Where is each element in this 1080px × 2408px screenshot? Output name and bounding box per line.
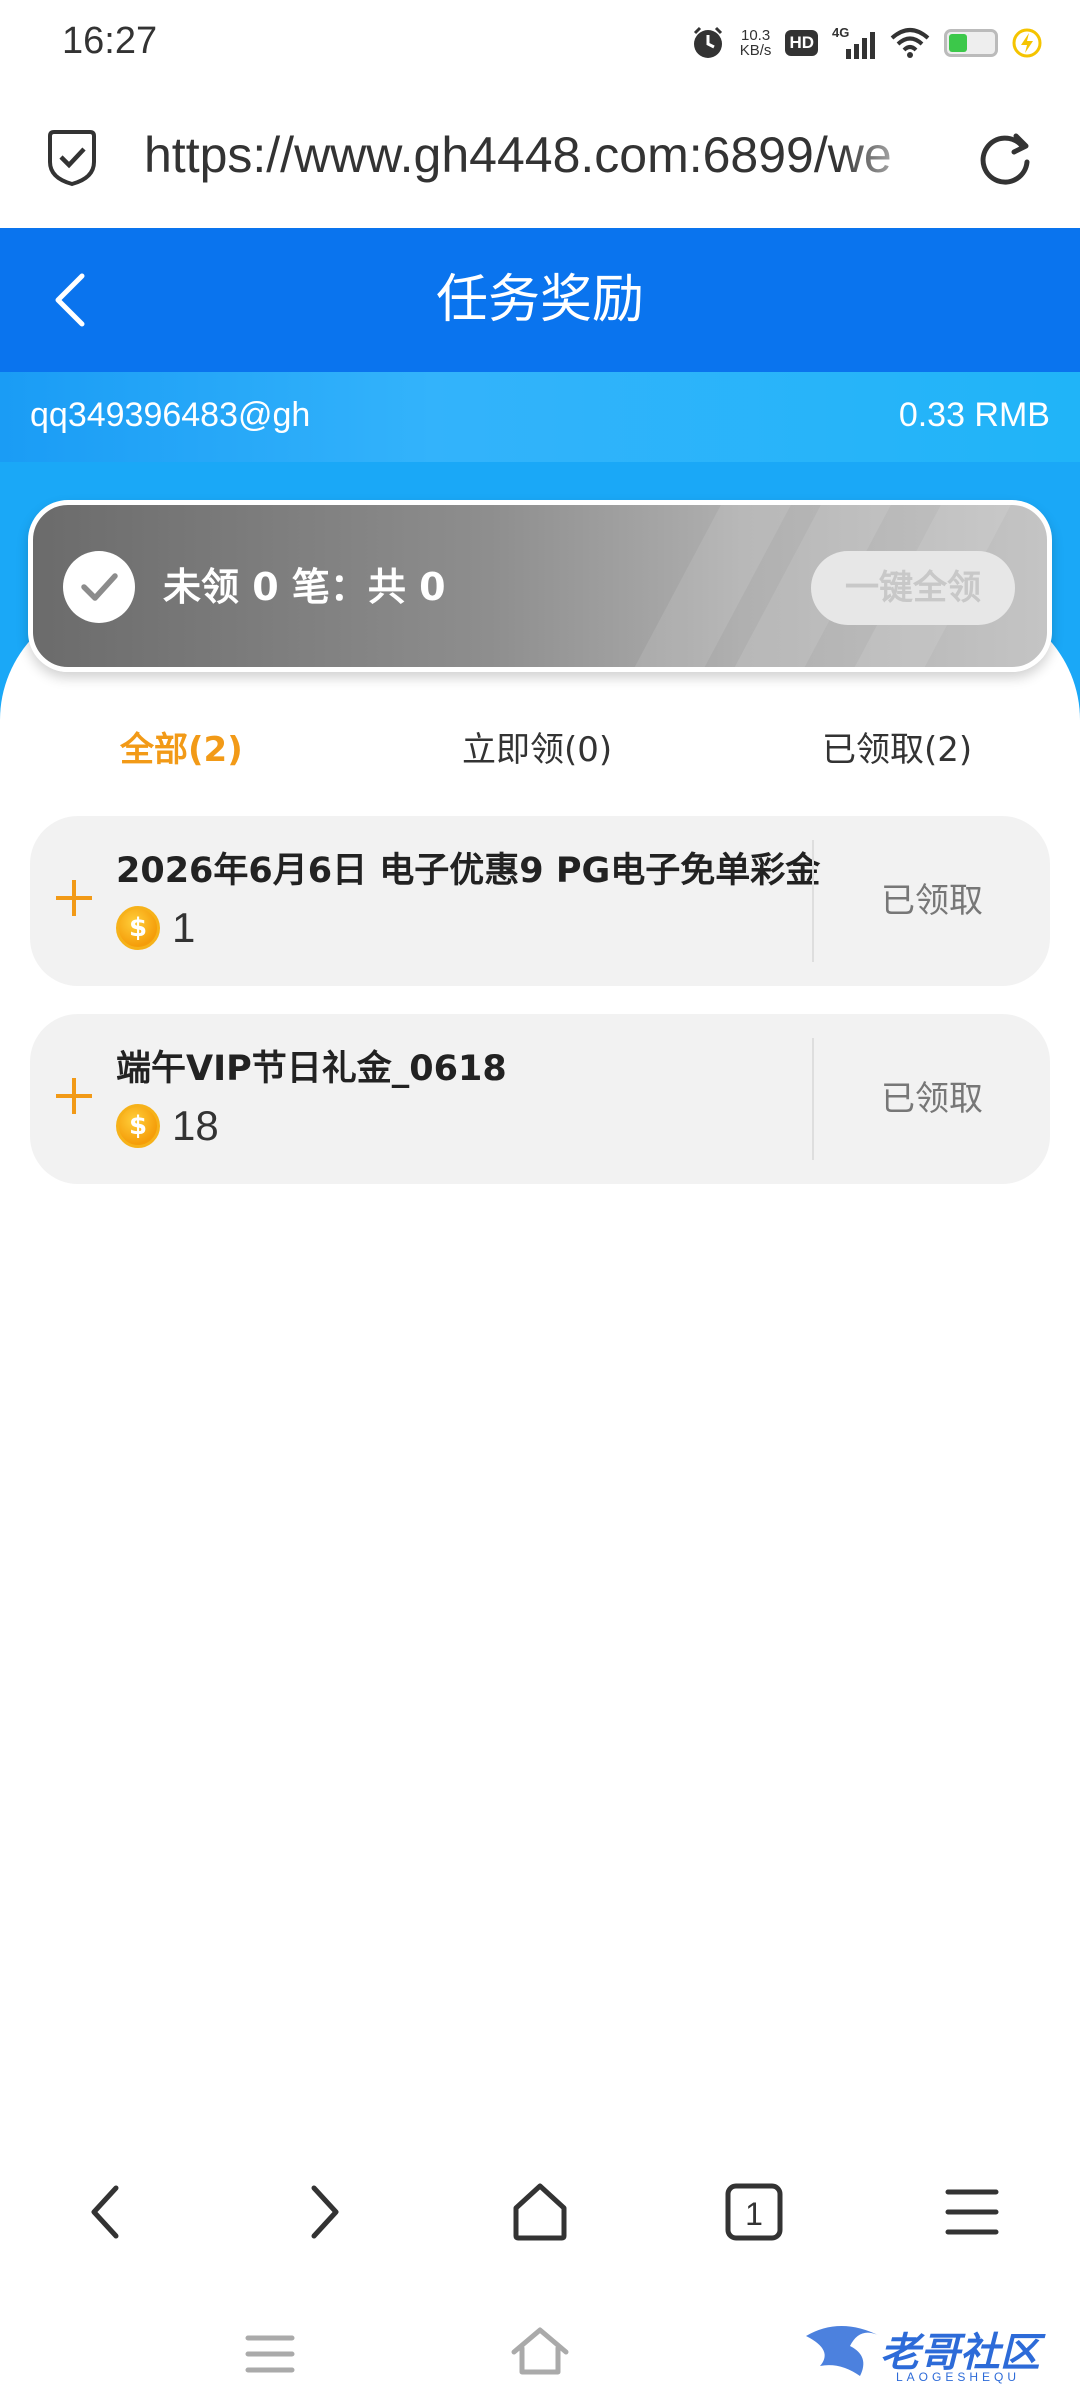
coin-icon: $ — [116, 1104, 160, 1148]
tab-count: 1 — [745, 2196, 763, 2232]
tab-claimable[interactable]: 立即领(0) — [462, 720, 612, 780]
account-strip: qq349396483@gh 0.33 RMB — [0, 372, 1080, 462]
reward-title: 2026年6月6日 电子优惠9 PG电子免单彩金 — [116, 851, 821, 891]
status-icons: 10.3 KB/s HD 4G — [690, 20, 1042, 66]
account-balance: 0.33 RMB — [898, 396, 1050, 434]
alarm-icon — [690, 25, 726, 61]
system-home-icon[interactable] — [508, 2324, 572, 2384]
reward-item[interactable]: 2026年6月6日 电子优惠9 PG电子免单彩金 $ 1 已领取 — [30, 816, 1050, 986]
page-title: 任务奖励 — [435, 270, 644, 330]
reward-amount-row: $ 1 — [116, 904, 195, 952]
reward-title: 端午VIP节日礼金_0618 — [116, 1049, 507, 1089]
status-bar: 16:27 10.3 KB/s HD 4G — [0, 0, 1080, 88]
net-speed: 10.3 KB/s — [740, 28, 772, 58]
tabs-icon[interactable]: 1 — [722, 2180, 786, 2244]
reward-amount: 18 — [172, 1102, 219, 1149]
home-icon[interactable] — [508, 2180, 572, 2244]
hd-badge: HD — [785, 30, 818, 56]
app-header: 任务奖励 — [0, 228, 1080, 372]
net-speed-unit: KB/s — [739, 42, 772, 59]
plus-icon[interactable] — [52, 1074, 96, 1118]
account-username: qq349396483@gh — [30, 396, 311, 434]
check-circle-icon[interactable] — [63, 551, 135, 623]
url-field[interactable]: https://www.gh4448.com:6899/we — [144, 126, 934, 190]
back-icon[interactable] — [76, 2180, 140, 2244]
tab-all[interactable]: 全部(2) — [120, 720, 243, 780]
reward-amount: 1 — [172, 904, 196, 951]
summary-card: 未领 0 笔：共 0 一键全领 — [28, 500, 1052, 672]
forward-icon[interactable] — [290, 2180, 354, 2244]
charging-icon — [1012, 28, 1042, 58]
wifi-icon — [890, 27, 930, 59]
reward-item[interactable]: 端午VIP节日礼金_0618 $ 18 已领取 — [30, 1014, 1050, 1184]
watermark-logo: 老哥社区 LAOGESHEQU — [800, 2300, 1070, 2400]
watermark-subtext: LAOGESHEQU — [896, 2370, 1021, 2384]
reload-icon[interactable] — [976, 128, 1034, 188]
reward-status: 已领取 — [881, 881, 983, 921]
tab-claimed[interactable]: 已领取(2) — [822, 720, 972, 780]
coin-icon: $ — [116, 906, 160, 950]
reward-amount-row: $ 18 — [116, 1102, 219, 1150]
recent-apps-icon[interactable] — [244, 2330, 296, 2382]
network-label: 4G — [832, 25, 849, 40]
filter-tabs: 全部(2) 立即领(0) 已领取(2) — [0, 720, 1080, 780]
status-time: 16:27 — [62, 20, 158, 62]
cellular-signal-icon: 4G — [832, 25, 876, 61]
battery-icon — [944, 29, 998, 57]
claim-all-button[interactable]: 一键全领 — [811, 551, 1015, 625]
plus-icon[interactable] — [52, 876, 96, 920]
menu-icon[interactable] — [940, 2180, 1004, 2244]
unclaimed-summary: 未领 0 笔：共 0 — [163, 565, 446, 609]
shield-check-icon[interactable] — [44, 128, 100, 188]
reward-status: 已领取 — [881, 1079, 983, 1119]
address-bar: https://www.gh4448.com:6899/we — [0, 88, 1080, 228]
browser-toolbar: 1 — [0, 2150, 1080, 2270]
